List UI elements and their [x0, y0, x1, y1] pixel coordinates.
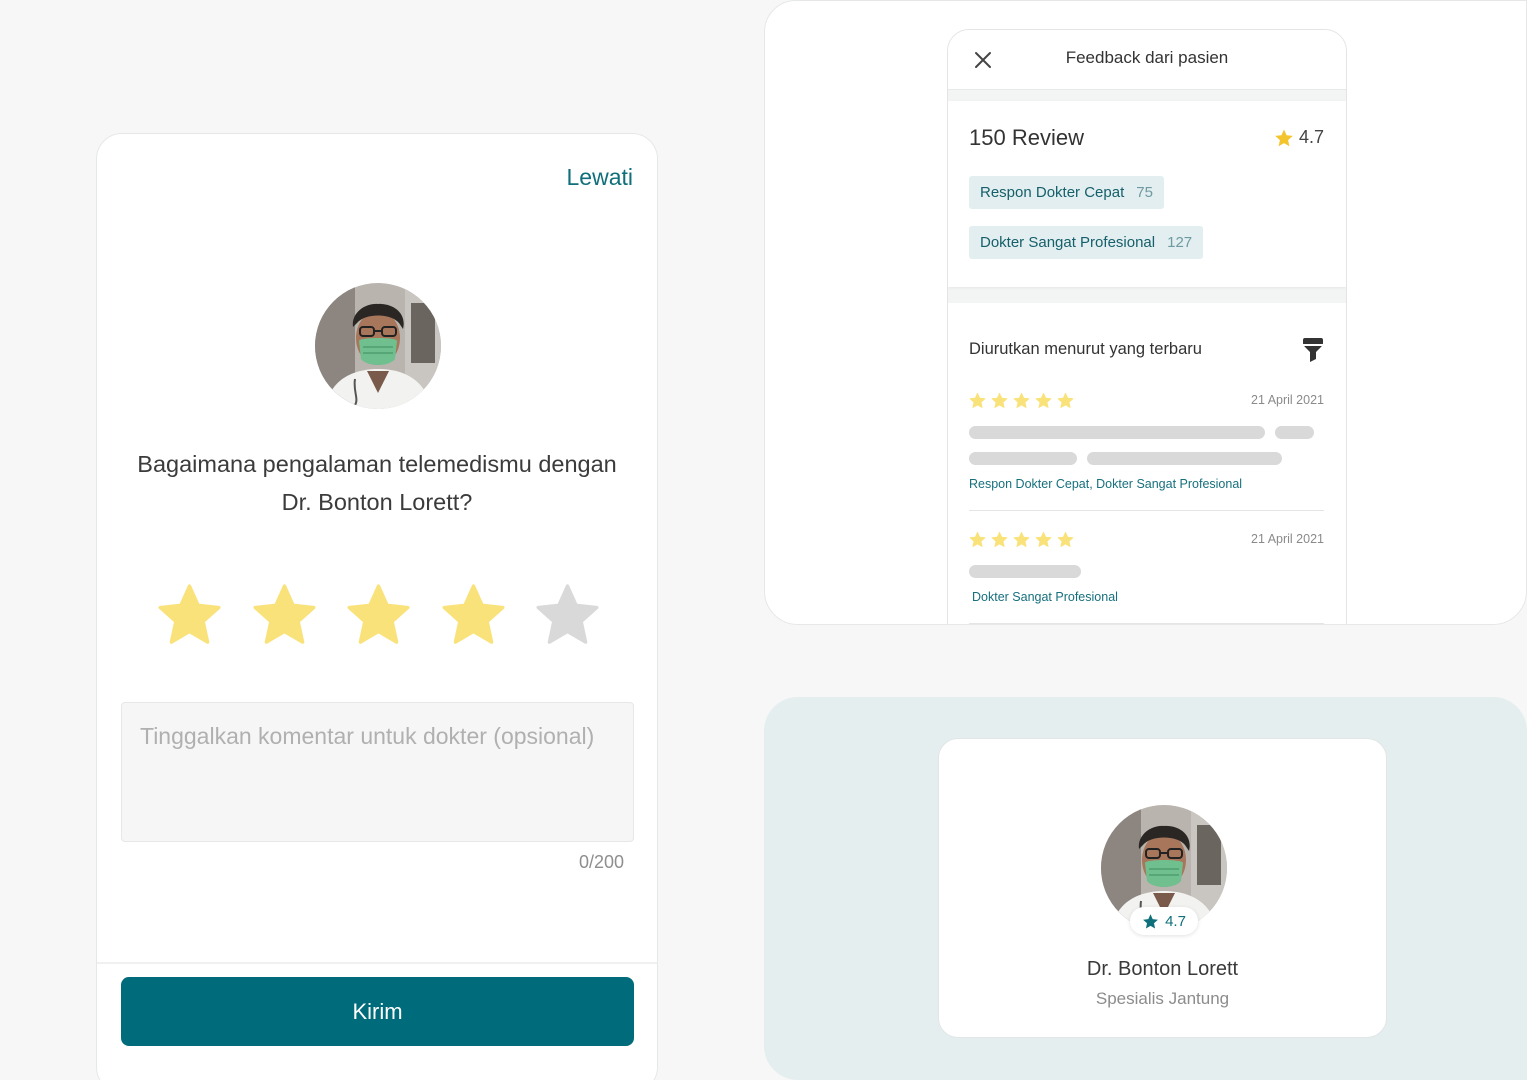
text-placeholder — [969, 426, 1265, 439]
star-icon — [1057, 392, 1074, 409]
chip-label: Respon Dokter Cepat — [980, 184, 1125, 201]
text-placeholder — [969, 452, 1077, 465]
divider — [97, 962, 657, 964]
review-stars — [969, 392, 1074, 409]
review-date: 21 April 2021 — [1251, 532, 1324, 546]
chip-count: 75 — [1136, 184, 1153, 201]
review-tags: Respon Dokter Cepat, Dokter Sangat Profe… — [969, 477, 1243, 491]
star-icon — [991, 392, 1008, 409]
star-icon — [1057, 531, 1074, 548]
star-icon[interactable] — [440, 581, 507, 648]
average-rating-value: 4.7 — [1298, 127, 1324, 147]
chip-respon-dokter-cepat[interactable]: Respon Dokter Cepat 75 — [969, 176, 1164, 209]
doctor-specialty: Spesialis Jantung — [1095, 989, 1230, 1008]
text-placeholder — [1275, 426, 1314, 439]
average-rating: 4.7 — [1274, 127, 1324, 148]
sort-label: Diurutkan menurut yang terbaru — [969, 340, 1202, 358]
doctor-avatar — [315, 283, 441, 409]
text-placeholder — [1087, 452, 1282, 465]
feedback-showcase: Feedback dari pasien 150 Review 4.7 Resp… — [764, 0, 1527, 625]
feedback-screen: Feedback dari pasien 150 Review 4.7 Resp… — [947, 29, 1347, 624]
review-stars — [969, 531, 1074, 548]
review-list: Diurutkan menurut yang terbaru 21 April … — [948, 303, 1346, 624]
review-divider — [969, 510, 1324, 511]
review-count: 150 Review — [969, 125, 1084, 150]
star-icon — [1035, 531, 1052, 548]
doctor-card-showcase: 4.7 Dr. Bonton Lorett Spesialis Jantung — [764, 697, 1527, 1080]
doctor-card[interactable]: 4.7 Dr. Bonton Lorett Spesialis Jantung — [938, 738, 1387, 1038]
review-item: 21 April 2021 Respon Dokter Cepat, Dokte… — [969, 392, 1324, 502]
star-icon — [969, 392, 986, 409]
submit-button[interactable]: Kirim — [121, 977, 634, 1046]
star-icon — [1142, 913, 1159, 930]
review-date: 21 April 2021 — [1251, 393, 1324, 407]
feedback-title: Feedback dari pasien — [1065, 48, 1229, 67]
skip-button[interactable]: Lewati — [567, 164, 633, 191]
rating-screen: Lewati Bagaimana pengalaman telemedismu … — [96, 133, 658, 1080]
filter-icon[interactable] — [1302, 337, 1324, 363]
star-icon[interactable] — [251, 581, 318, 648]
rating-question: Bagaimana pengalaman telemedismu dengan … — [137, 451, 617, 515]
star-icon — [1274, 128, 1294, 148]
star-icon — [1013, 531, 1030, 548]
chip-label: Dokter Sangat Profesional — [980, 234, 1156, 251]
star-icon[interactable] — [534, 581, 601, 648]
star-icon — [991, 531, 1008, 548]
chip-count: 127 — [1167, 234, 1193, 251]
char-counter: 0/200 — [578, 852, 624, 872]
text-placeholder — [969, 565, 1081, 578]
star-icon — [969, 531, 986, 548]
star-icon — [1013, 392, 1030, 409]
star-icon[interactable] — [156, 581, 223, 648]
review-summary: 150 Review 4.7 Respon Dokter Cepat 75 Do… — [948, 101, 1346, 287]
star-icon[interactable] — [345, 581, 412, 648]
feedback-header: Feedback dari pasien — [948, 30, 1346, 90]
doctor-rating-value: 4.7 — [1165, 912, 1186, 930]
review-item: 21 April 2021 Dokter Sangat Profesional — [969, 531, 1324, 621]
review-tags: Dokter Sangat Profesional — [972, 590, 1118, 604]
comment-field[interactable] — [121, 702, 634, 842]
chip-dokter-sangat-profesional[interactable]: Dokter Sangat Profesional 127 — [969, 226, 1204, 259]
doctor-rating-badge: 4.7 — [1130, 907, 1198, 935]
doctor-name: Dr. Bonton Lorett — [1086, 958, 1239, 980]
star-icon — [1035, 392, 1052, 409]
star-rating[interactable] — [156, 581, 601, 648]
review-divider — [969, 623, 1324, 624]
